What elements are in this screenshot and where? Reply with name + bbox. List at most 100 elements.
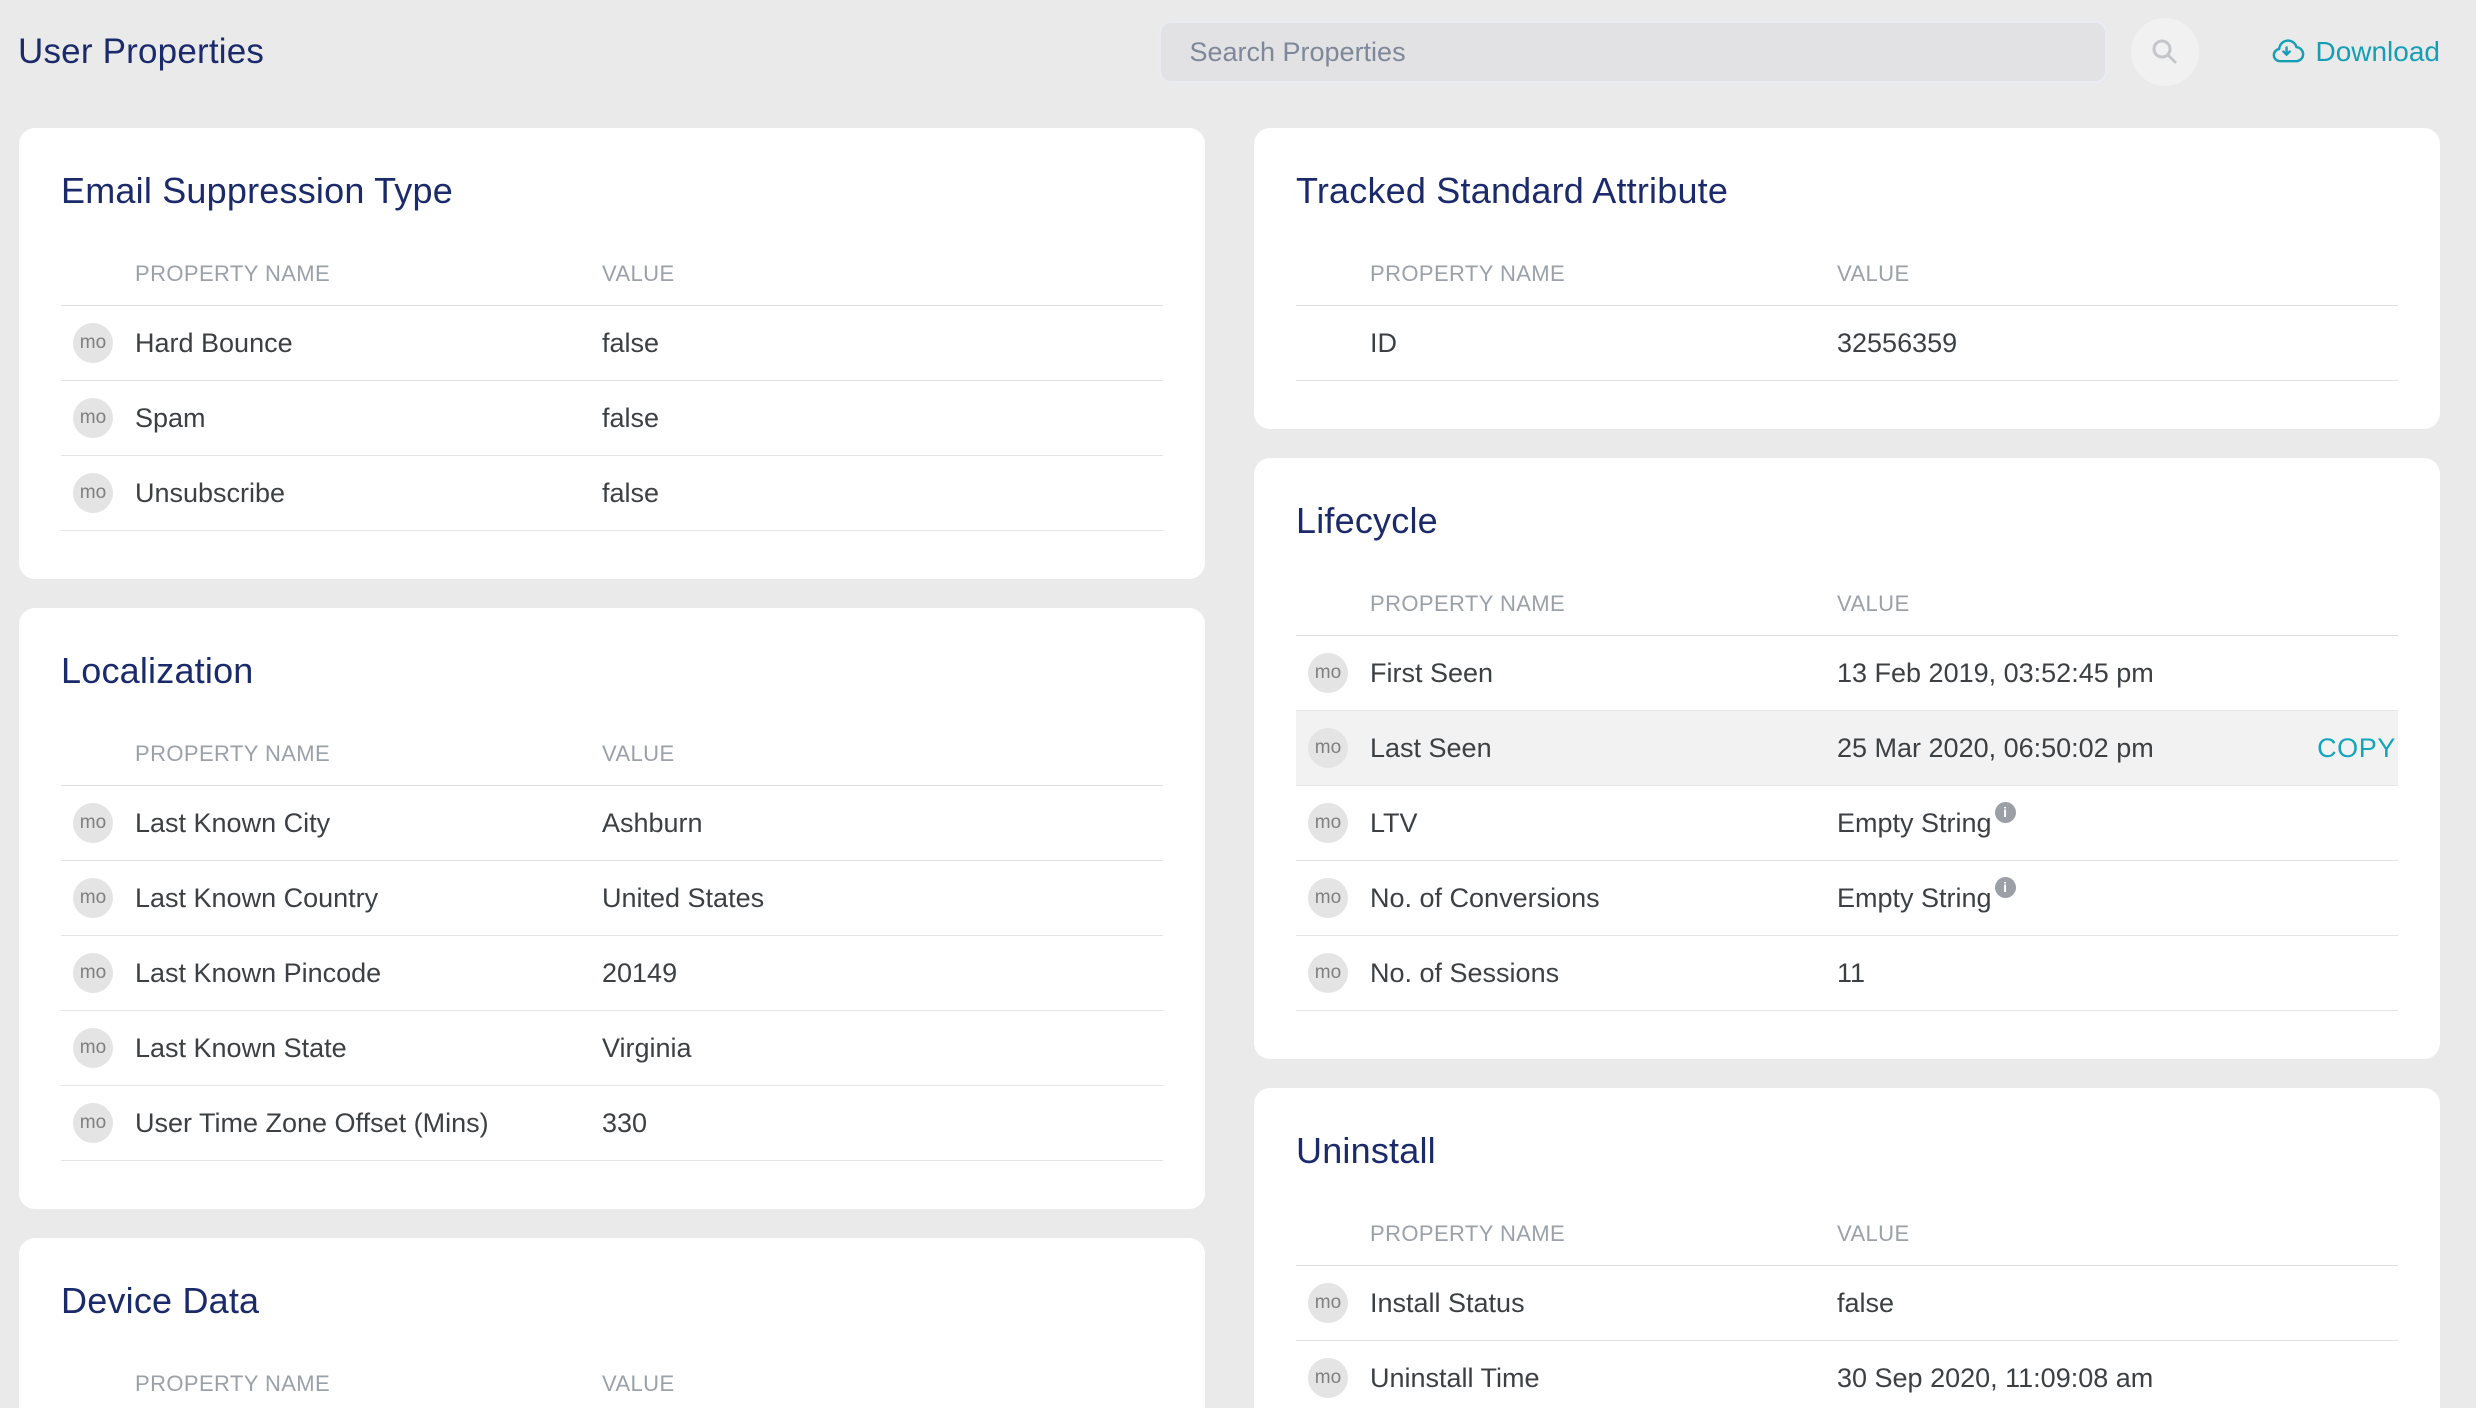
property-value-cell: 13 Feb 2019, 03:52:45 pm xyxy=(1837,658,2398,689)
table-row[interactable]: moUninstall Time30 Sep 2020, 11:09:08 am xyxy=(1296,1341,2398,1408)
download-link[interactable]: Download xyxy=(2271,35,2440,69)
property-value-cell: 20149 xyxy=(602,958,1163,989)
mo-badge: mo xyxy=(1308,1283,1348,1323)
property-value: 30 Sep 2020, 11:09:08 am xyxy=(1837,1363,2153,1394)
table-row[interactable]: mo Hard Bouncefalse xyxy=(61,306,1163,381)
right-column: Tracked Standard AttributePROPERTY NAMEV… xyxy=(1254,128,2440,1408)
mo-badge: mo xyxy=(1308,878,1348,918)
property-name: User Time Zone Offset (Mins) xyxy=(135,1108,602,1139)
property-value: 13 Feb 2019, 03:52:45 pm xyxy=(1837,658,2154,689)
mo-badge: mo xyxy=(73,878,113,918)
mo-badge: mo xyxy=(73,473,113,513)
property-value: false xyxy=(602,478,659,509)
mo-badge: mo xyxy=(73,398,113,438)
property-name: Install Status xyxy=(1370,1288,1837,1319)
info-icon[interactable]: i xyxy=(1995,877,2016,898)
column-header-property-name: PROPERTY NAME xyxy=(1370,1221,1837,1247)
property-value: false xyxy=(602,328,659,359)
property-value-cell: United States xyxy=(602,883,1163,914)
card-title: Uninstall xyxy=(1296,1130,2400,1172)
table-row[interactable]: mo Install Statusfalse xyxy=(1296,1266,2398,1341)
table-row[interactable]: mo Last Known CityAshburn xyxy=(61,786,1163,861)
property-value-cell: false xyxy=(1837,1288,2398,1319)
property-value: 330 xyxy=(602,1108,647,1139)
property-value: Virginia xyxy=(602,1033,692,1064)
search-input[interactable] xyxy=(1159,21,2107,83)
table-row[interactable]: moLTVEmpty Stringi xyxy=(1296,786,2398,861)
table-row[interactable]: moFirst Seen13 Feb 2019, 03:52:45 pm xyxy=(1296,636,2398,711)
search-icon xyxy=(2149,36,2181,68)
card-title: Lifecycle xyxy=(1296,500,2400,542)
mo-badge: mo xyxy=(1308,953,1348,993)
property-value: Ashburn xyxy=(602,808,703,839)
search-button[interactable] xyxy=(2131,18,2199,86)
table-header-row: PROPERTY NAMEVALUE xyxy=(61,722,1163,786)
property-value-cell: 11 xyxy=(1837,958,2398,989)
property-card-email-suppression-type: Email Suppression Type PROPERTY NAMEVALUE… xyxy=(19,128,1205,579)
property-value-cell: false xyxy=(602,478,1163,509)
column-header-property-name: PROPERTY NAME xyxy=(1370,591,1837,617)
mo-badge: mo xyxy=(1308,653,1348,693)
property-name: Last Known Pincode xyxy=(135,958,602,989)
property-name: LTV xyxy=(1370,808,1837,839)
card-title: Device Data xyxy=(61,1280,1165,1322)
property-value-cell: Ashburn xyxy=(602,808,1163,839)
table-row[interactable]: mo Last Known CountryUnited States xyxy=(61,861,1163,936)
topbar-actions: Download xyxy=(1159,18,2440,86)
column-header-property-name: PROPERTY NAME xyxy=(135,1371,602,1397)
property-name: Hard Bounce xyxy=(135,328,602,359)
page-title: User Properties xyxy=(18,32,264,72)
table-row[interactable]: mo No. of ConversionsEmpty Stringi xyxy=(1296,861,2398,936)
table-row[interactable]: mo Unsubscribefalse xyxy=(61,456,1163,531)
property-value-cell: false xyxy=(602,403,1163,434)
property-table: PROPERTY NAMEVALUEmoFirst Seen13 Feb 201… xyxy=(1296,572,2398,1011)
property-card-device-data: Device Data PROPERTY NAMEVALUE xyxy=(19,1238,1205,1408)
property-table: PROPERTY NAMEVALUE xyxy=(61,1352,1163,1408)
property-name: ID xyxy=(1370,328,1837,359)
column-header-value: VALUE xyxy=(602,1371,1163,1397)
card-title: Email Suppression Type xyxy=(61,170,1165,212)
table-header-row: PROPERTY NAMEVALUE xyxy=(61,242,1163,306)
property-table: PROPERTY NAMEVALUEmoHard BouncefalsemoSp… xyxy=(61,242,1163,531)
table-row[interactable]: mo Spamfalse xyxy=(61,381,1163,456)
property-name: Uninstall Time xyxy=(1370,1363,1837,1394)
property-value: United States xyxy=(602,883,764,914)
copy-button[interactable]: COPY xyxy=(2317,711,2396,785)
property-value-cell: Empty Stringi xyxy=(1837,808,2398,839)
property-name: No. of Sessions xyxy=(1370,958,1837,989)
table-row[interactable]: moLast Known StateVirginia xyxy=(61,1011,1163,1086)
property-name: Unsubscribe xyxy=(135,478,602,509)
property-value: false xyxy=(602,403,659,434)
property-value-cell: false xyxy=(602,328,1163,359)
property-value: Empty String xyxy=(1837,883,1992,914)
mo-badge: mo xyxy=(73,323,113,363)
property-value: 25 Mar 2020, 06:50:02 pm xyxy=(1837,733,2154,764)
column-header-property-name: PROPERTY NAME xyxy=(135,261,602,287)
property-name: Last Known Country xyxy=(135,883,602,914)
property-value: false xyxy=(1837,1288,1894,1319)
property-name: Last Known City xyxy=(135,808,602,839)
table-row[interactable]: ID32556359 xyxy=(1296,306,2398,381)
property-card-tracked-standard-attribute: Tracked Standard AttributePROPERTY NAMEV… xyxy=(1254,128,2440,429)
table-row[interactable]: moUser Time Zone Offset (Mins)330 xyxy=(61,1086,1163,1161)
table-header-row: PROPERTY NAMEVALUE xyxy=(61,1352,1163,1408)
property-value-cell: Virginia xyxy=(602,1033,1163,1064)
property-value-cell: Empty Stringi xyxy=(1837,883,2398,914)
property-table: PROPERTY NAMEVALUEID32556359 xyxy=(1296,242,2398,381)
column-header-value: VALUE xyxy=(1837,1221,2398,1247)
property-name: No. of Conversions xyxy=(1370,883,1837,914)
cards-grid: Email Suppression TypePROPERTY NAMEVALUE… xyxy=(0,84,2476,1408)
mo-badge: mo xyxy=(73,953,113,993)
table-row[interactable]: moLast Seen25 Mar 2020, 06:50:02 pmCOPY xyxy=(1296,711,2398,786)
column-header-value: VALUE xyxy=(602,741,1163,767)
property-name: Spam xyxy=(135,403,602,434)
property-card-uninstall: Uninstall PROPERTY NAMEVALUE mo Install Sta… xyxy=(1254,1088,2440,1408)
property-name: Last Known State xyxy=(135,1033,602,1064)
mo-badge: mo xyxy=(73,803,113,843)
table-row[interactable]: mo Last Known Pincode20149 xyxy=(61,936,1163,1011)
table-header-row: PROPERTY NAMEVALUE xyxy=(1296,1202,2398,1266)
info-icon[interactable]: i xyxy=(1995,802,2016,823)
property-table: PROPERTY NAMEVALUE mo Last Known CityAshbu… xyxy=(61,722,1163,1161)
table-header-row: PROPERTY NAMEVALUE xyxy=(1296,572,2398,636)
table-row[interactable]: mo No. of Sessions11 xyxy=(1296,936,2398,1011)
